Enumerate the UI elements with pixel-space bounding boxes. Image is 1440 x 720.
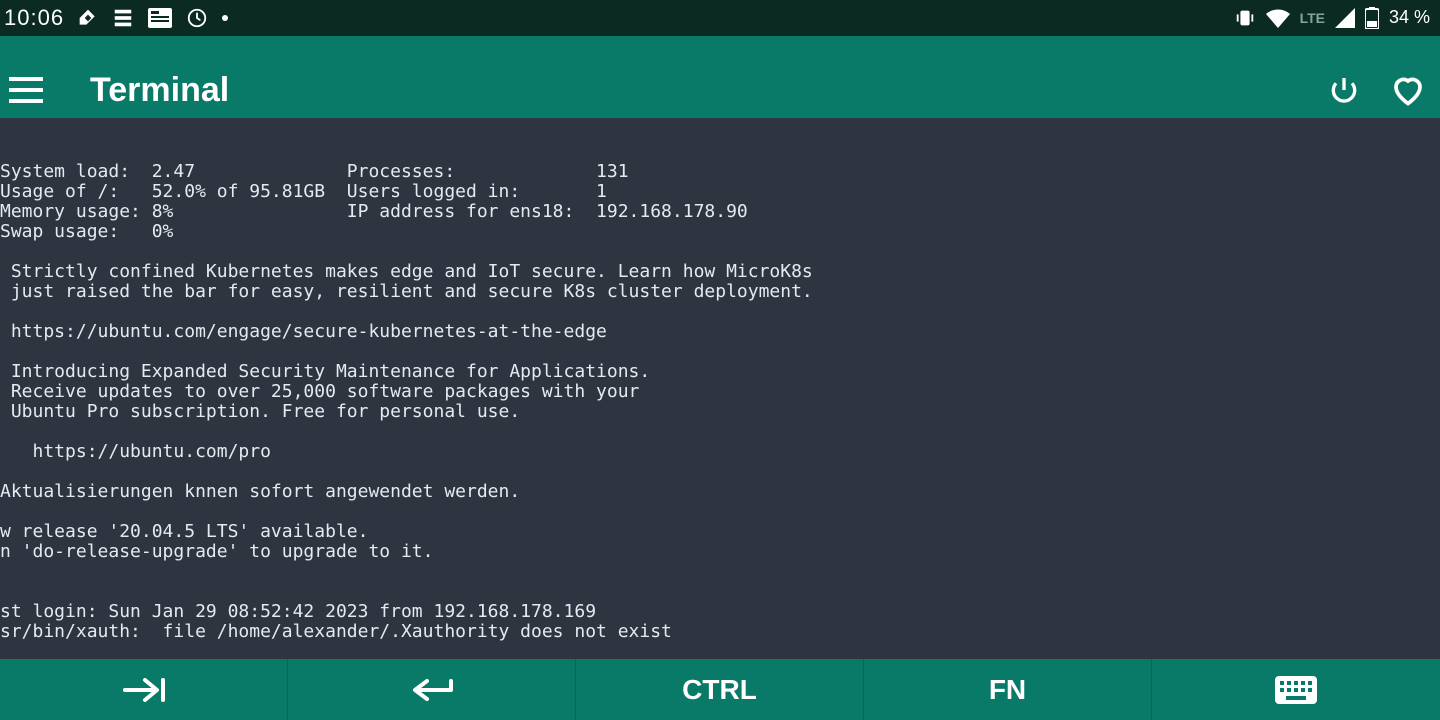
vibrate-icon	[1234, 7, 1256, 29]
network-type: LTE	[1300, 10, 1325, 26]
fn-label: FN	[989, 674, 1026, 706]
back-key[interactable]	[288, 659, 576, 720]
terminal-line: n 'do-release-upgrade' to upgrade to it.	[0, 542, 1440, 562]
terminal-line	[0, 502, 1440, 522]
terminal-line: w release '20.04.5 LTS' available.	[0, 522, 1440, 542]
app-bar: Terminal	[0, 63, 1440, 118]
heart-icon	[1390, 72, 1430, 108]
terminal-line: Swap usage: 0%	[0, 222, 1440, 242]
terminal-line	[0, 582, 1440, 602]
terminal-line: Introducing Expanded Security Maintenanc…	[0, 362, 1440, 382]
power-button[interactable]	[1324, 70, 1364, 110]
terminal-line: Usage of /: 52.0% of 95.81GB Users logge…	[0, 182, 1440, 202]
battery-pct: 34 %	[1389, 7, 1430, 28]
app-title: Terminal	[90, 71, 229, 110]
hamburger-icon	[9, 77, 43, 103]
terminal-line: https://ubuntu.com/pro	[0, 442, 1440, 462]
terminal-line: Strictly confined Kubernetes makes edge …	[0, 262, 1440, 282]
signal-icon	[1335, 8, 1355, 28]
power-icon	[1328, 74, 1360, 106]
key-row: CTRL FN	[0, 659, 1440, 720]
terminal-line	[0, 242, 1440, 262]
terminal-line	[0, 422, 1440, 442]
terminal-output[interactable]: System load: 2.47 Processes: 131Usage of…	[0, 118, 1440, 659]
feedly-icon	[78, 8, 98, 28]
dot-icon	[222, 15, 228, 21]
keyboard-key[interactable]	[1152, 659, 1440, 720]
terminal-line	[0, 342, 1440, 362]
fn-key[interactable]: FN	[864, 659, 1152, 720]
appbar-gap	[0, 36, 1440, 63]
terminal-line: System load: 2.47 Processes: 131	[0, 162, 1440, 182]
terminal-line: Receive updates to over 25,000 software …	[0, 382, 1440, 402]
terminal-line	[0, 462, 1440, 482]
tab-key[interactable]	[0, 659, 288, 720]
menu-button[interactable]	[6, 70, 46, 110]
sync-icon	[186, 7, 208, 29]
terminal-line	[0, 302, 1440, 322]
terminal-line: just raised the bar for easy, resilient …	[0, 282, 1440, 302]
terminal-line: Ubuntu Pro subscription. Free for person…	[0, 402, 1440, 422]
tab-icon	[119, 675, 169, 705]
status-clock: 10:06	[4, 5, 64, 31]
terminal-line: https://ubuntu.com/engage/secure-kuberne…	[0, 322, 1440, 342]
terminal-line	[0, 562, 1440, 582]
ctrl-key[interactable]: CTRL	[576, 659, 864, 720]
terminal-line: Aktualisierungen knnen sofort angewendet…	[0, 482, 1440, 502]
battery-icon	[1365, 7, 1379, 29]
wifi-icon	[1266, 8, 1290, 28]
stack-icon	[112, 7, 134, 29]
ctrl-label: CTRL	[682, 674, 757, 706]
keyboard-icon	[1274, 675, 1318, 705]
news-icon	[148, 8, 172, 28]
status-bar: 10:06 LTE 34 %	[0, 0, 1440, 36]
terminal-line: st login: Sun Jan 29 08:52:42 2023 from …	[0, 602, 1440, 622]
terminal-line: sr/bin/xauth: file /home/alexander/.Xaut…	[0, 622, 1440, 642]
terminal-line: Memory usage: 8% IP address for ens18: 1…	[0, 202, 1440, 222]
favorite-button[interactable]	[1390, 70, 1430, 110]
back-arrow-icon	[407, 675, 457, 705]
